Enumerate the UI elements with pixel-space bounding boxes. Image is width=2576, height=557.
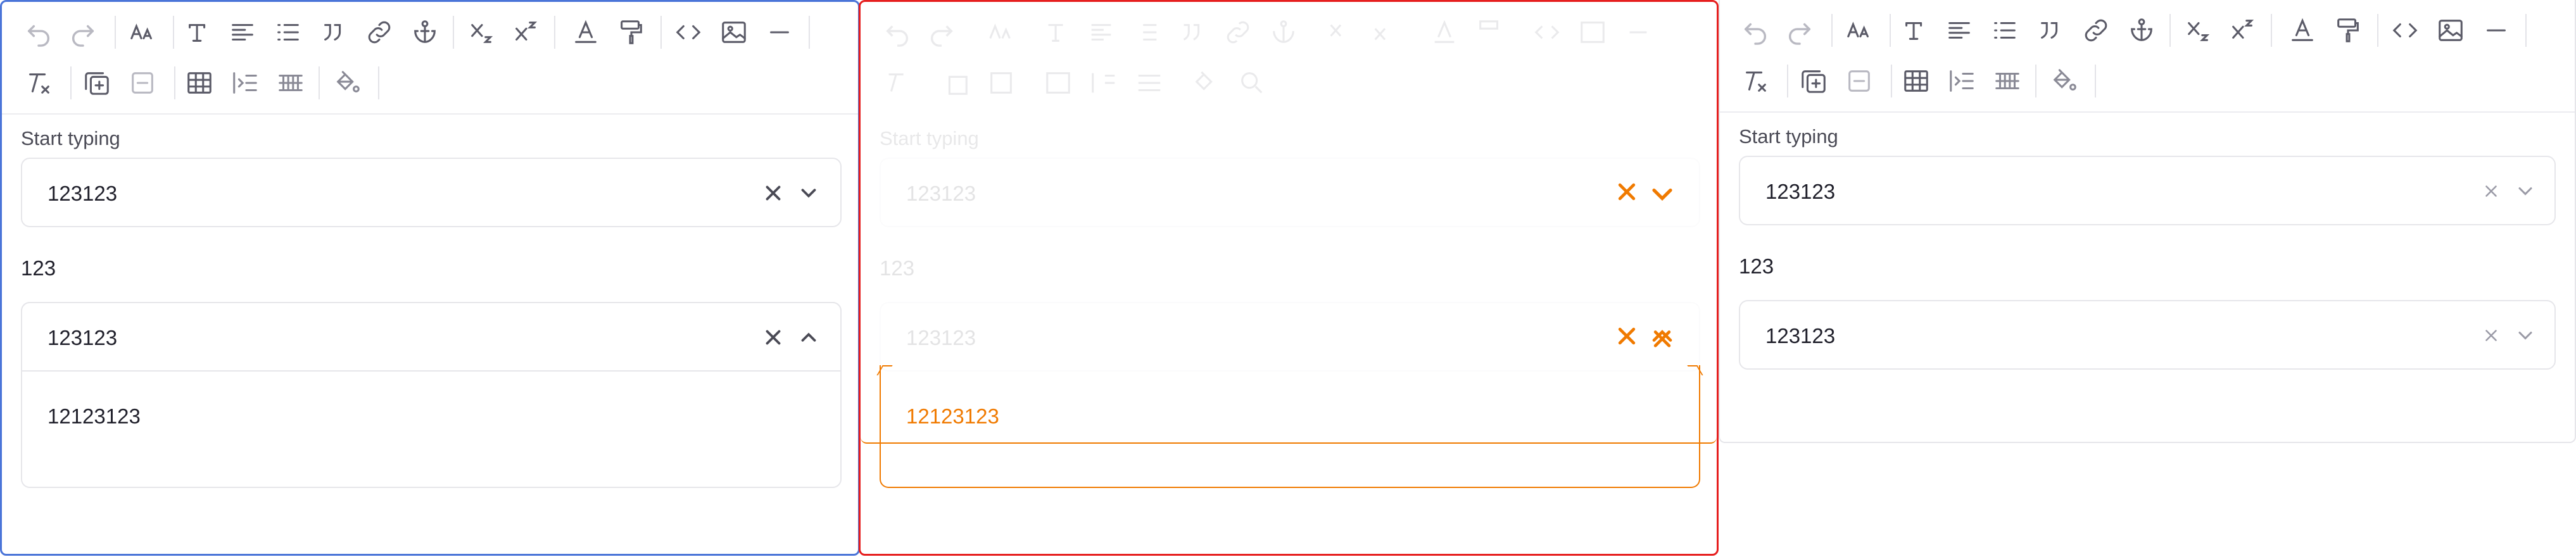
align-icon[interactable] bbox=[225, 15, 260, 50]
chevron-down-icon[interactable] bbox=[792, 177, 825, 210]
subscript-icon[interactable] bbox=[2181, 13, 2216, 48]
horizontal-rule-icon[interactable] bbox=[2478, 13, 2514, 48]
clear-format-icon[interactable] bbox=[1738, 63, 1773, 99]
indent-icon[interactable] bbox=[1944, 63, 1979, 99]
editor-panel-mid: Start typing 123123 123 123123 12123123 bbox=[859, 0, 1719, 556]
select-field-2[interactable]: 123123 bbox=[1739, 300, 2556, 370]
row-grid-icon[interactable] bbox=[1990, 63, 2025, 99]
image-icon[interactable] bbox=[2433, 13, 2468, 48]
editor-panel-left: Start typing 123123 123 123123 12123123 bbox=[0, 0, 860, 556]
static-text: 123 bbox=[1739, 254, 1774, 278]
clear-icon[interactable] bbox=[757, 321, 790, 354]
remove-block-icon[interactable] bbox=[1841, 63, 1877, 99]
superscript-icon[interactable] bbox=[2225, 13, 2261, 48]
font-size-icon[interactable] bbox=[125, 15, 160, 50]
select-value: 123123 bbox=[1765, 180, 1836, 203]
bullet-list-icon[interactable] bbox=[1987, 13, 2023, 48]
editor-toolbar bbox=[2, 2, 858, 115]
clear-icon[interactable] bbox=[2475, 175, 2508, 208]
blockquote-icon[interactable] bbox=[316, 15, 351, 50]
horizontal-rule-icon[interactable] bbox=[762, 15, 797, 50]
text-color-icon[interactable] bbox=[568, 15, 603, 50]
select-value: 123123 bbox=[47, 182, 118, 205]
anchor-icon[interactable] bbox=[407, 15, 443, 50]
format-painter-icon[interactable] bbox=[614, 15, 649, 50]
editor-panel-right: Start typing 123123 123 123123 bbox=[1719, 0, 2576, 443]
editor-toolbar bbox=[1720, 0, 2575, 113]
fill-color-icon[interactable] bbox=[2047, 63, 2082, 99]
redo-icon[interactable] bbox=[1782, 13, 1817, 48]
anchor-icon[interactable] bbox=[2124, 13, 2159, 48]
table-icon[interactable] bbox=[1898, 63, 1934, 99]
select-value-open: 123123 bbox=[47, 326, 118, 349]
chevron-down-icon[interactable] bbox=[2509, 175, 2542, 208]
chevron-up-icon[interactable] bbox=[792, 321, 825, 354]
select-label: Start typing bbox=[1739, 125, 1838, 147]
image-icon[interactable] bbox=[716, 15, 752, 50]
align-icon[interactable] bbox=[1941, 13, 1977, 48]
select-field[interactable]: 123123 bbox=[1739, 156, 2556, 225]
subscript-icon[interactable] bbox=[464, 15, 500, 50]
link-icon[interactable] bbox=[362, 15, 397, 50]
text-style-icon[interactable] bbox=[180, 15, 216, 50]
add-block-icon[interactable] bbox=[1796, 63, 1831, 99]
table-icon[interactable] bbox=[182, 65, 217, 101]
select-label: Start typing bbox=[21, 127, 120, 149]
bullet-list-icon[interactable] bbox=[270, 15, 306, 50]
text-style-icon[interactable] bbox=[1897, 13, 1933, 48]
code-icon[interactable] bbox=[671, 15, 706, 50]
code-icon[interactable] bbox=[2387, 13, 2423, 48]
clear-format-icon[interactable] bbox=[21, 65, 56, 101]
add-block-icon[interactable] bbox=[79, 65, 115, 101]
fill-color-icon[interactable] bbox=[330, 65, 365, 101]
superscript-icon[interactable] bbox=[508, 15, 544, 50]
font-size-icon[interactable] bbox=[1841, 13, 1877, 48]
editor-boundary-highlight bbox=[861, 2, 1717, 444]
blockquote-icon[interactable] bbox=[2033, 13, 2068, 48]
select-field-open[interactable]: 123123 bbox=[21, 302, 842, 372]
remove-block-icon[interactable] bbox=[125, 65, 160, 101]
link-icon[interactable] bbox=[2078, 13, 2114, 48]
redo-icon[interactable] bbox=[65, 15, 101, 50]
indent-icon[interactable] bbox=[227, 65, 263, 101]
clear-icon[interactable] bbox=[757, 177, 790, 210]
format-painter-icon[interactable] bbox=[2330, 13, 2366, 48]
undo-icon[interactable] bbox=[1738, 13, 1773, 48]
select-value-2: 123123 bbox=[1765, 324, 1836, 347]
clear-icon[interactable] bbox=[2475, 319, 2508, 352]
chevron-down-icon[interactable] bbox=[2509, 319, 2542, 352]
row-grid-icon[interactable] bbox=[273, 65, 308, 101]
select-field[interactable]: 123123 bbox=[21, 158, 842, 227]
text-color-icon[interactable] bbox=[2285, 13, 2320, 48]
static-text: 123 bbox=[21, 256, 56, 280]
dropdown-option[interactable]: 12123123 bbox=[47, 404, 141, 429]
undo-icon[interactable] bbox=[21, 15, 56, 50]
